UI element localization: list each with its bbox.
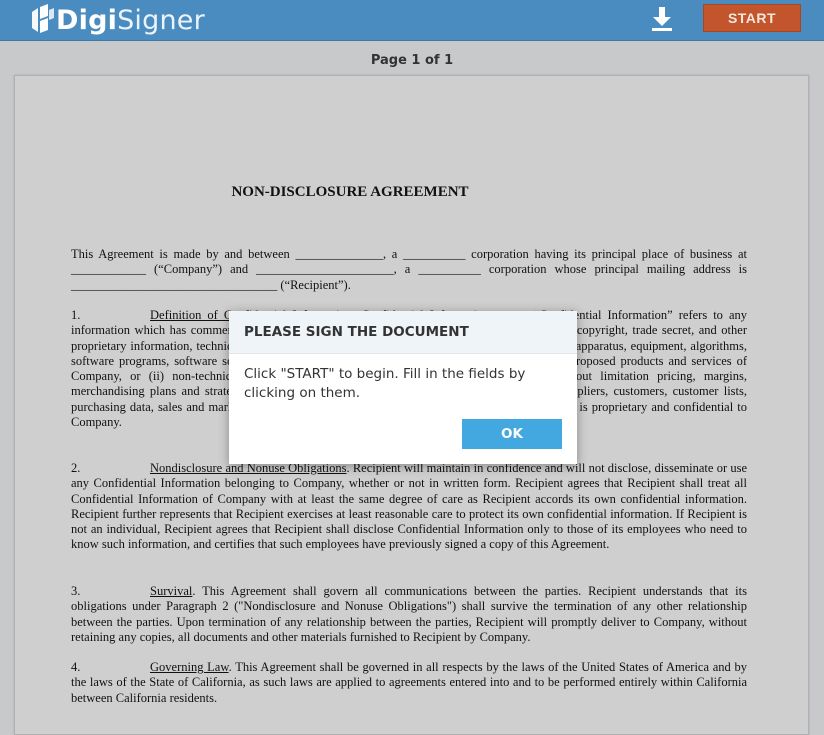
dialog-message: Click "START" to begin. Fill in the fiel… [244, 366, 526, 401]
ok-button[interactable]: OK [462, 419, 562, 449]
dialog-title: PLEASE SIGN THE DOCUMENT [229, 311, 577, 354]
sign-document-dialog: PLEASE SIGN THE DOCUMENT Click "START" t… [229, 311, 577, 464]
